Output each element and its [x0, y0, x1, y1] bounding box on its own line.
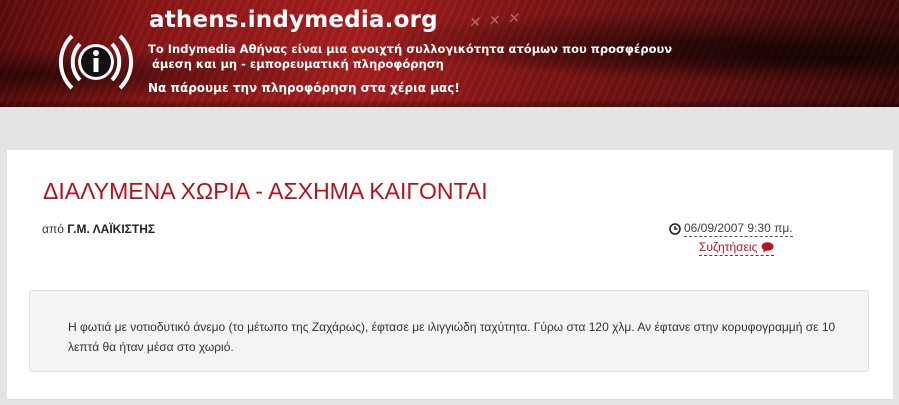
author-name: Γ.Μ. ΛΑΪΚΙΣΤΗΣ: [67, 222, 156, 236]
article-meta: 06/09/2007 9:30 πμ. Συζητήσεις: [669, 221, 839, 256]
date-row: 06/09/2007 9:30 πμ.: [669, 221, 839, 237]
tagline-line-1: Το Indymedia Αθήνας είναι μια ανοιχτή συ…: [148, 42, 673, 56]
comments-link[interactable]: Συζητήσεις: [699, 240, 775, 256]
article-summary-text: Η φωτιά με νοτιοδυτικό άνεμο (το μέτωπο …: [68, 320, 836, 354]
tagline-line-2: άμεση και μη - εμπορευματική πληροφόρηση: [152, 57, 444, 71]
article-summary-box: Η φωτιά με νοτιοδυτικό άνεμο (το μέτωπο …: [29, 290, 869, 372]
site-tagline: Το Indymedia Αθήνας είναι μια ανοιχτή συ…: [148, 42, 672, 72]
article-date-link[interactable]: 06/09/2007 9:30 πμ.: [684, 221, 793, 237]
article-title[interactable]: ΔΙΑΛΥΜΕΝΑ ΧΩΡΙΑ - ΑΣΧΗΜΑ ΚΑΙΓΟΝΤΑΙ: [43, 178, 488, 205]
indymedia-i-logo-icon[interactable]: [58, 24, 134, 100]
comment-icon: [761, 241, 774, 252]
byline-prefix: από: [42, 222, 64, 236]
site-title[interactable]: athens.indymedia.org: [149, 7, 438, 33]
article-card: ΔΙΑΛΥΜΕΝΑ ΧΩΡΙΑ - ΑΣΧΗΜΑ ΚΑΙΓΟΝΤΑΙ από Γ…: [7, 150, 893, 400]
article-byline: από Γ.Μ. ΛΑΪΚΙΣΤΗΣ: [42, 222, 155, 236]
banner-bottom-shade: [0, 99, 899, 107]
site-slogan: Να πάρουμε την πληροφόρηση στα χέρια μας…: [148, 81, 460, 95]
clock-icon: [669, 223, 681, 235]
comments-label: Συζητήσεις: [699, 240, 758, 254]
card-divider: [7, 399, 893, 400]
site-header-banner: ✕ ✕ ✕ athens.indymedia.org Το Indymedia …: [0, 0, 899, 107]
